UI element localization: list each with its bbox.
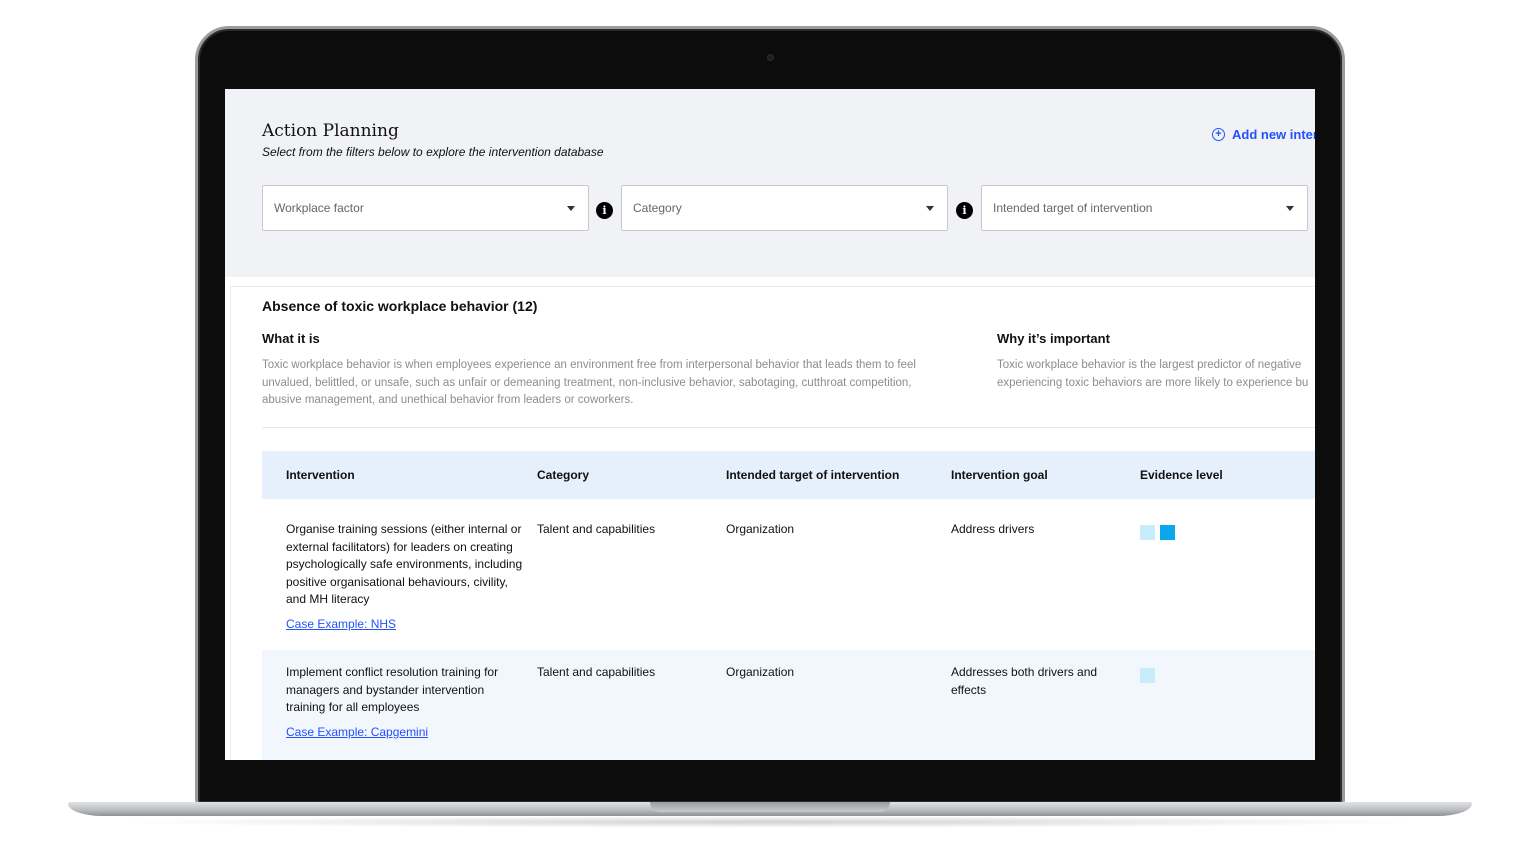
what-text-line: unvalued, belittled, or unsafe, such as … [262,376,912,389]
column-header-intervention[interactable]: Intervention [286,468,355,482]
intervention-line: Organise training sessions (either inter… [286,522,522,536]
what-text-line: abusive management, and unethical behavi… [262,394,634,406]
intervention-cell: Implement conflict resolution training f… [286,664,526,717]
app-screen: Action Planning Select from the filters … [225,89,1315,760]
target-cell: Organization [726,522,795,536]
evidence-level-square-low [1140,525,1155,540]
add-circle-icon: + [1212,128,1225,141]
intervention-line: external facilitators) for leaders on cr… [286,539,513,554]
chevron-down-icon [567,206,575,211]
intervention-line: training for all employees [286,700,420,714]
what-it-is-heading: What it is [262,331,320,346]
intervention-line: psychologically safe environments, inclu… [286,557,523,571]
why-important-heading: Why it’s important [997,331,1110,346]
table-header: Intervention Category Intended target of… [262,451,1315,499]
why-text-line: experiencing toxic behaviors are more li… [997,376,1309,389]
workplace-factor-select[interactable]: Workplace factor [262,185,589,231]
why-text-line: Toxic workplace behavior is the largest … [997,359,1302,371]
intervention-line: Implement conflict resolution training f… [286,665,499,679]
intervention-line: managers and bystander intervention [286,682,485,697]
category-cell: Talent and capabilities [537,522,656,536]
case-example-link[interactable]: Case Example: NHS [286,617,396,631]
target-cell: Organization [726,665,795,679]
evidence-level-square-high [1160,525,1175,540]
intervention-cell: Organise training sessions (either inter… [286,521,526,609]
intervention-line: positive organisational behaviours, civi… [286,574,508,589]
laptop-notch [650,802,890,812]
evidence-level-square-low [1140,668,1155,683]
workplace-factor-placeholder: Workplace factor [274,201,364,215]
page-subtitle: Select from the filters below to explore… [262,145,604,159]
category-select[interactable]: Category [621,185,948,231]
why-important-text: Toxic workplace behavior is the largest … [997,357,1315,392]
case-example-link[interactable]: Case Example: Capgemini [286,725,428,739]
add-new-label: Add new inter [1232,127,1315,142]
column-header-goal[interactable]: Intervention goal [951,468,1048,482]
filter-panel [225,89,1315,277]
goal-cell: Address drivers [951,521,1034,539]
chevron-down-icon [1286,206,1294,211]
goal-cell: Addresses both drivers and effects [951,664,1097,699]
page-title: Action Planning [262,121,399,141]
column-header-category[interactable]: Category [537,468,589,482]
info-icon[interactable]: i [956,202,973,219]
intended-target-placeholder: Intended target of intervention [993,201,1153,215]
section-title: Absence of toxic workplace behavior (12) [262,298,538,314]
info-icon[interactable]: i [596,202,613,219]
add-new-intervention-button[interactable]: + Add new inter [1212,127,1315,142]
intervention-line: and MH literacy [286,592,370,606]
what-text-line: Toxic workplace behavior is when employe… [262,359,916,371]
chevron-down-icon [926,206,934,211]
camera-icon [767,54,774,61]
goal-line: Address drivers [951,522,1035,536]
table-row: Organise training sessions (either inter… [262,499,1315,650]
table-row: Implement conflict resolution training f… [262,650,1315,760]
what-it-is-text: Toxic workplace behavior is when employe… [262,357,952,410]
category-cell: Talent and capabilities [537,665,656,679]
column-header-target[interactable]: Intended target of intervention [726,468,899,482]
goal-line: Addresses both drivers and [951,665,1098,679]
laptop-shadow [110,816,1430,828]
divider [262,427,1315,428]
category-placeholder: Category [633,201,682,215]
intended-target-select[interactable]: Intended target of intervention [981,185,1308,231]
goal-line: effects [951,682,987,697]
column-header-evidence[interactable]: Evidence level [1140,468,1223,482]
